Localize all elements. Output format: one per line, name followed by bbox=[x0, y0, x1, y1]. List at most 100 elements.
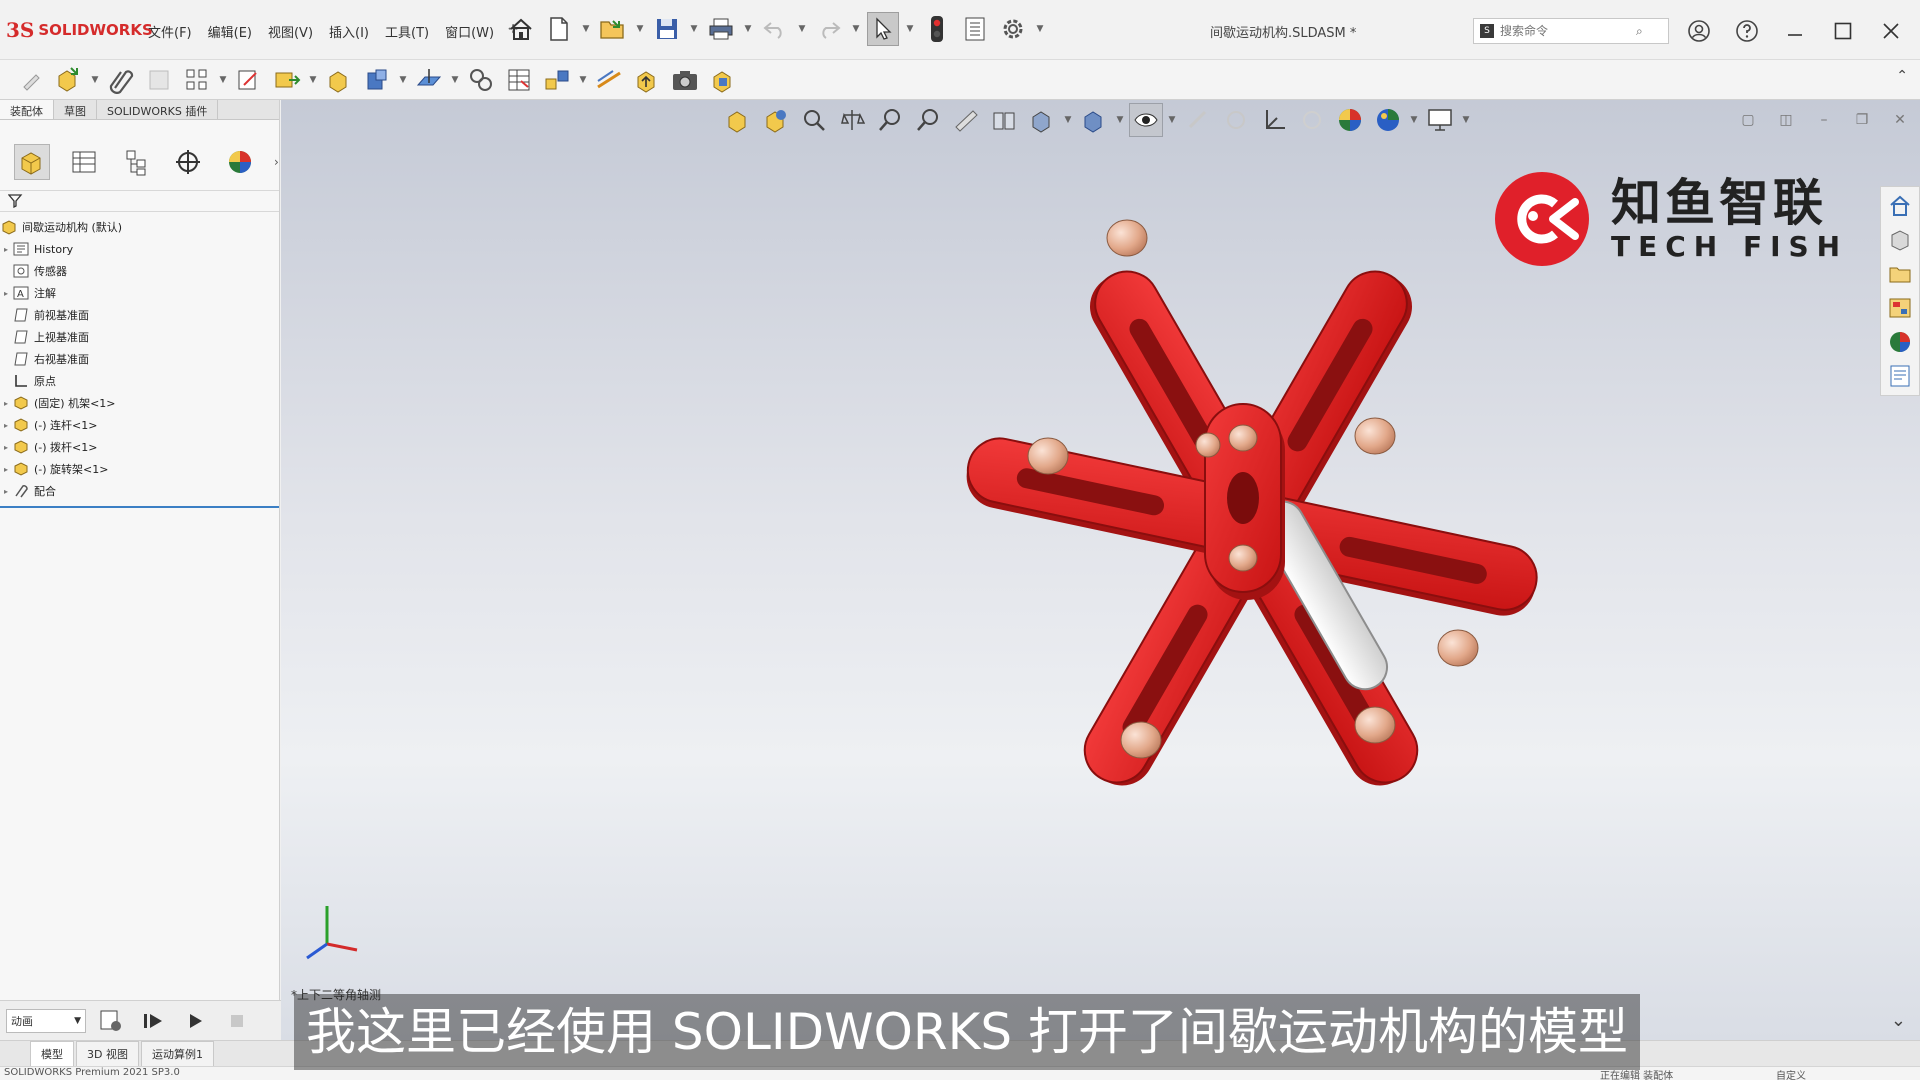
chevron-down-icon[interactable]: ▼ bbox=[797, 24, 807, 34]
tree-node-annotations[interactable]: ▸ A 注解 bbox=[0, 282, 279, 304]
tab-motion-study[interactable]: 运动算例1 bbox=[140, 1040, 214, 1067]
smart-fasteners-icon[interactable] bbox=[232, 63, 266, 97]
appearances-scenes-icon[interactable] bbox=[1885, 327, 1915, 357]
zoom-in-out-icon[interactable] bbox=[873, 103, 907, 137]
expand-arrow-icon[interactable]: ▸ bbox=[0, 245, 12, 254]
tree-node-right-plane[interactable]: 右视基准面 bbox=[0, 348, 279, 370]
chevron-down-icon[interactable]: ▼ bbox=[1461, 115, 1471, 125]
feature-manager-tree-icon[interactable] bbox=[14, 144, 50, 180]
tree-node-mates[interactable]: ▸ 配合 bbox=[0, 480, 279, 502]
file-properties-icon[interactable] bbox=[959, 12, 991, 46]
play-icon[interactable] bbox=[178, 1004, 212, 1038]
solidworks-resources-home-icon[interactable] bbox=[1885, 191, 1915, 221]
view-palette-icon[interactable] bbox=[1885, 293, 1915, 323]
select-cursor-icon[interactable] bbox=[867, 12, 899, 46]
visibility-eye-icon[interactable] bbox=[1129, 103, 1163, 137]
design-library-icon[interactable] bbox=[1885, 225, 1915, 255]
collapse-ribbon-icon[interactable]: ⌃ bbox=[1896, 68, 1908, 84]
property-manager-icon[interactable] bbox=[66, 144, 102, 180]
tab-assembly[interactable]: 装配体 bbox=[0, 100, 54, 119]
minimize-icon[interactable] bbox=[1776, 14, 1814, 48]
section-view-icon[interactable] bbox=[835, 103, 869, 137]
search-commands-box[interactable]: S ⌕ bbox=[1473, 18, 1669, 44]
user-account-icon[interactable] bbox=[1680, 14, 1718, 48]
apply-scene-disabled-icon[interactable] bbox=[1219, 103, 1253, 137]
scenes-icon[interactable] bbox=[1371, 103, 1405, 137]
dimxpert-manager-icon[interactable] bbox=[170, 144, 206, 180]
expand-arrow-icon[interactable]: ▸ bbox=[0, 289, 12, 298]
configuration-manager-icon[interactable] bbox=[118, 144, 154, 180]
graphics-area[interactable]: ▼ ▼ ▼ ▼ ▼ ▢ ◫ – ❐ ✕ 知鱼智联 TECH FISH *上下二等… bbox=[281, 100, 1920, 1040]
menu-file[interactable]: 文件(F) bbox=[140, 20, 200, 43]
expand-arrow-icon[interactable]: ▸ bbox=[0, 487, 12, 496]
mate-paperclip-icon[interactable] bbox=[104, 63, 138, 97]
redo-icon[interactable] bbox=[813, 12, 845, 46]
search-icon[interactable]: ⌕ bbox=[1636, 24, 1643, 39]
bill-of-materials-icon[interactable] bbox=[502, 63, 536, 97]
chevron-down-icon[interactable]: ▼ bbox=[450, 75, 460, 85]
assembly-features-icon[interactable] bbox=[360, 63, 394, 97]
tree-node-rotating-frame[interactable]: ▸ (-) 旋转架<1> bbox=[0, 458, 279, 480]
home-icon[interactable] bbox=[505, 12, 537, 46]
viewport-minimize-icon[interactable]: – bbox=[1814, 110, 1834, 130]
expand-arrow-icon[interactable]: ▸ bbox=[0, 421, 12, 430]
tree-filter[interactable] bbox=[0, 190, 279, 212]
chevron-down-icon[interactable]: ▼ bbox=[581, 24, 591, 34]
tab-3d-views[interactable]: 3D 视图 bbox=[76, 1040, 139, 1067]
chevron-down-icon[interactable]: ▼ bbox=[1035, 24, 1045, 34]
viewport-restore-icon[interactable]: ❐ bbox=[1852, 110, 1872, 130]
instant3d-icon[interactable] bbox=[592, 63, 626, 97]
help-icon[interactable] bbox=[1728, 14, 1766, 48]
edit-component-icon[interactable] bbox=[14, 63, 48, 97]
play-from-start-icon[interactable] bbox=[136, 1004, 170, 1038]
component-preview-icon[interactable] bbox=[142, 63, 176, 97]
open-folder-icon[interactable] bbox=[597, 12, 629, 46]
zoom-to-area-icon[interactable] bbox=[759, 103, 793, 137]
move-component-icon[interactable] bbox=[270, 63, 304, 97]
expand-arrow-icon[interactable]: ▸ bbox=[0, 465, 12, 474]
insert-component-icon[interactable] bbox=[52, 63, 86, 97]
calculate-icon[interactable] bbox=[94, 1004, 128, 1038]
study-type-select[interactable]: 动画 ▼ bbox=[6, 1008, 86, 1033]
dynamic-annotation-icon[interactable] bbox=[949, 103, 983, 137]
large-assembly-settings-icon[interactable] bbox=[706, 63, 740, 97]
hide-show-items-icon[interactable] bbox=[1077, 103, 1111, 137]
tab-sketch[interactable]: 草图 bbox=[54, 100, 97, 119]
chevron-down-icon[interactable]: ▼ bbox=[905, 24, 915, 34]
filter-icon[interactable] bbox=[8, 194, 24, 208]
chevron-down-icon[interactable]: ▼ bbox=[398, 75, 408, 85]
file-explorer-icon[interactable] bbox=[1885, 259, 1915, 289]
update-speedpak-icon[interactable] bbox=[630, 63, 664, 97]
tree-node-lever[interactable]: ▸ (-) 拨杆<1> bbox=[0, 436, 279, 458]
take-snapshot-icon[interactable] bbox=[668, 63, 702, 97]
exploded-view-icon[interactable] bbox=[540, 63, 574, 97]
solidworks-logo[interactable]: 3S SOLIDWORKS bbox=[6, 16, 153, 44]
display-manager-icon[interactable] bbox=[222, 144, 258, 180]
chevron-down-icon[interactable]: ▼ bbox=[1167, 115, 1177, 125]
chevron-down-icon[interactable]: ▼ bbox=[1115, 115, 1125, 125]
chevron-down-icon[interactable]: ▼ bbox=[743, 24, 753, 34]
chevron-down-icon[interactable]: ▼ bbox=[308, 75, 318, 85]
stop-icon[interactable] bbox=[220, 1004, 254, 1038]
tree-root[interactable]: 间歇运动机构 (默认) bbox=[0, 216, 279, 238]
tree-node-front-plane[interactable]: 前视基准面 bbox=[0, 304, 279, 326]
chevron-down-icon[interactable]: ▼ bbox=[578, 75, 588, 85]
menu-window[interactable]: 窗口(W) bbox=[437, 20, 502, 43]
viewport-close-icon[interactable]: ✕ bbox=[1890, 110, 1910, 130]
chevron-down-icon[interactable]: ▼ bbox=[90, 75, 100, 85]
chevron-right-icon[interactable]: › bbox=[274, 155, 279, 169]
chevron-down-icon[interactable]: ▼ bbox=[689, 24, 699, 34]
chevron-down-icon[interactable]: ▼ bbox=[851, 24, 861, 34]
print-icon[interactable] bbox=[705, 12, 737, 46]
tree-node-frame[interactable]: ▸ (固定) 机架<1> bbox=[0, 392, 279, 414]
linear-pattern-icon[interactable] bbox=[180, 63, 214, 97]
view-orientation-icon[interactable] bbox=[987, 103, 1021, 137]
show-hidden-components-icon[interactable] bbox=[322, 63, 356, 97]
appearance-sphere-icon[interactable] bbox=[1333, 103, 1367, 137]
close-icon[interactable] bbox=[1872, 14, 1910, 48]
zoom-to-fit-icon[interactable] bbox=[721, 103, 755, 137]
realview-disabled-icon[interactable] bbox=[1295, 103, 1329, 137]
tree-node-link[interactable]: ▸ (-) 连杆<1> bbox=[0, 414, 279, 436]
chevron-down-icon[interactable]: ▼ bbox=[218, 75, 228, 85]
viewport-tile-icon[interactable]: ▢ bbox=[1738, 110, 1758, 130]
